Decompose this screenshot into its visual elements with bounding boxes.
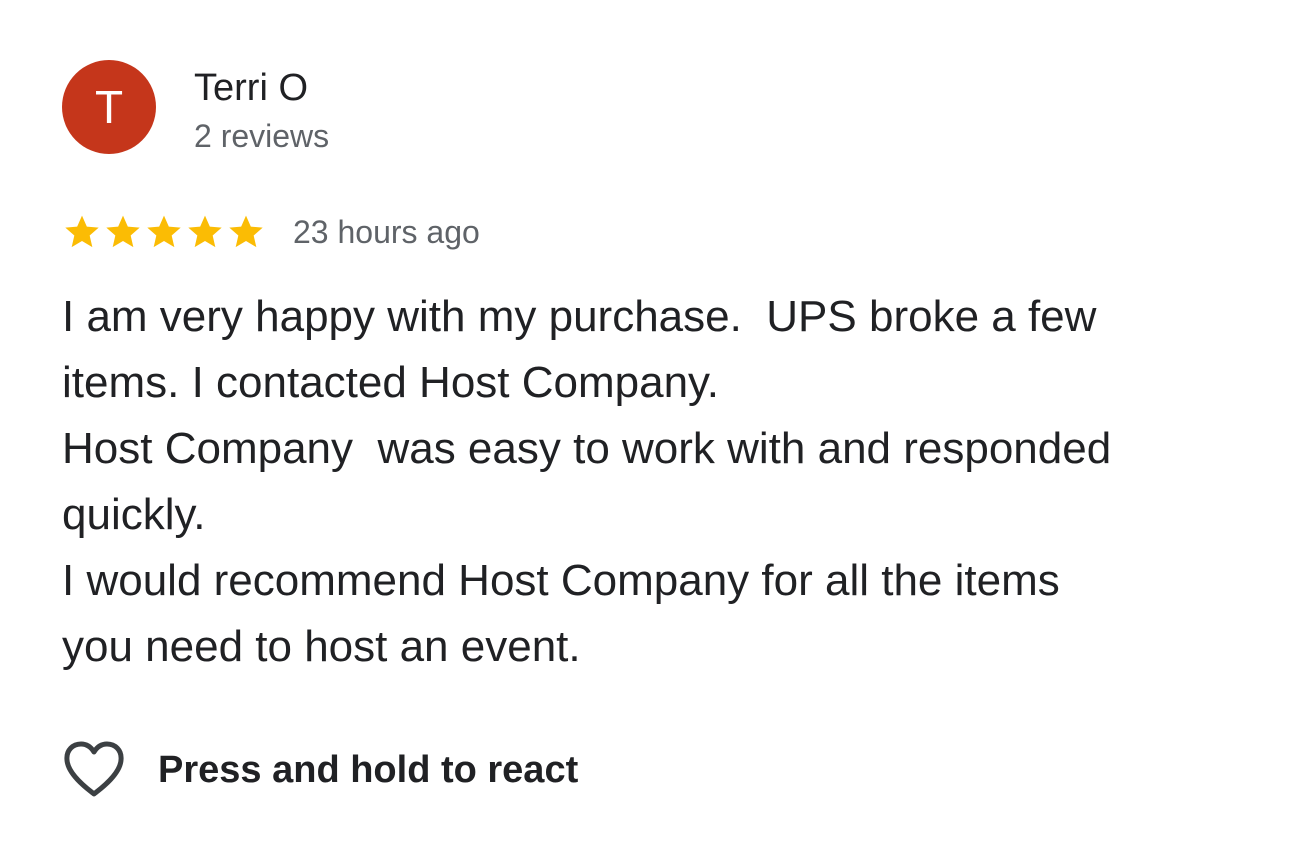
author-info: Terri O 2 reviews [194,66,329,156]
heart-outline-icon[interactable] [62,740,126,800]
review-card: T Terri O 2 reviews 23 hours ago I am ve… [0,0,1290,850]
star-icon [147,215,181,248]
rating-row: 23 hours ago [62,208,480,256]
author-review-count: 2 reviews [194,118,330,154]
star-icon [229,215,263,248]
react-label[interactable]: Press and hold to react [158,749,578,792]
review-body: I am very happy with my purchase. UPS br… [62,292,1112,671]
star-icon [188,215,222,248]
react-button[interactable]: Press and hold to react [62,740,578,800]
avatar[interactable]: T [62,60,156,154]
author-name[interactable]: Terri O [194,66,329,110]
star-rating [62,212,267,252]
star-icon [65,215,99,248]
review-header: T Terri O 2 reviews [62,60,329,156]
review-timestamp: 23 hours ago [293,213,480,250]
star-icon [106,215,140,248]
